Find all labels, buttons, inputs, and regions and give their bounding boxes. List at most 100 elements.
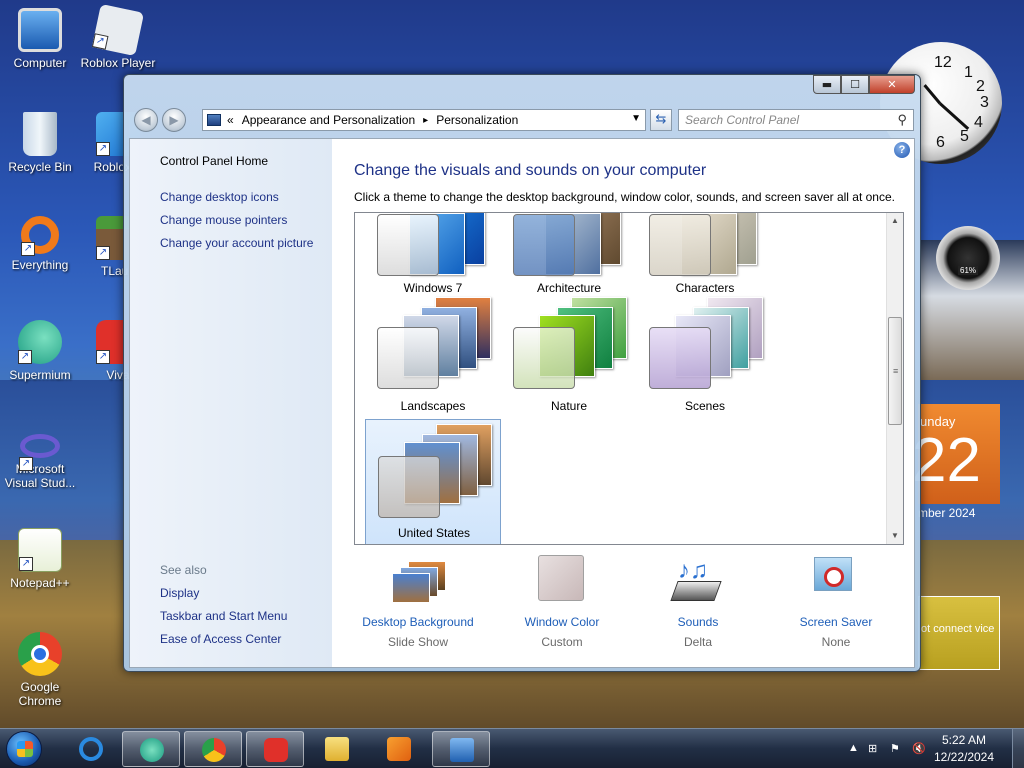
theme-characters[interactable]: Characters (637, 213, 773, 295)
feed-gadget[interactable]: ot connect vice (918, 596, 1000, 670)
clock-hand (938, 102, 970, 131)
taskbar-control-panel[interactable] (432, 731, 490, 767)
change-account-picture-link[interactable]: Change your account picture (160, 236, 313, 250)
breadcrumb-personalization[interactable]: Personalization (436, 113, 518, 127)
sounds-link[interactable]: Sounds (634, 615, 762, 629)
action-center-icon[interactable]: ⚑ (890, 742, 900, 755)
computer-icon (18, 8, 62, 52)
windows-logo-icon (17, 741, 33, 757)
desktop-icon-roblox-player[interactable]: ↗ Roblox Player (78, 3, 158, 70)
theme-windows-7[interactable]: Windows 7 (365, 213, 501, 295)
desktop-icon-visual-studio[interactable]: ↗ Microsoft Visual Stud... (0, 424, 80, 490)
breadcrumb-separator[interactable]: ▸ (423, 115, 428, 126)
help-icon[interactable]: ? (894, 142, 910, 158)
network-icon[interactable]: ⊞ (868, 742, 877, 755)
clock-number: 3 (980, 94, 989, 111)
desktop-icon-recycle-bin[interactable]: Recycle Bin (0, 112, 80, 174)
minimize-button[interactable]: ▬ (813, 75, 841, 94)
cpu-meter-gadget[interactable]: 61% (936, 226, 1000, 290)
search-input[interactable]: Search Control Panel ⚲ (678, 109, 914, 131)
taskbar-chrome[interactable] (184, 731, 242, 767)
window-controls: ▬ ☐ ✕ (813, 75, 915, 94)
desktop-icon-notepad-plus-plus[interactable]: ↗ Notepad++ (0, 528, 80, 590)
desktop-background-setting[interactable]: Desktop Background Slide Show (354, 547, 482, 649)
notepad-plus-plus-icon: ↗ (18, 528, 62, 572)
theme-preview (373, 293, 493, 389)
scroll-down-icon[interactable]: ▼ (887, 528, 903, 544)
display-link[interactable]: Display (160, 586, 199, 600)
theme-nature[interactable]: Nature (501, 293, 637, 419)
control-panel-icon (207, 114, 221, 126)
forward-button[interactable]: ▶ (162, 108, 186, 132)
theme-list[interactable]: Windows 7 Architecture Characters Landsc… (354, 212, 904, 545)
address-chevrons[interactable]: « (227, 113, 234, 127)
taskbar-vivaldi[interactable] (246, 731, 304, 767)
window-color-value: Custom (541, 635, 583, 649)
theme-label: Landscapes (400, 399, 466, 413)
sounds-setting[interactable]: ♪♫ Sounds Delta (634, 547, 762, 649)
theme-label: United States (397, 526, 471, 540)
taskbar-internet-explorer[interactable] (62, 731, 120, 767)
desktop-icon-computer[interactable]: Computer (0, 8, 80, 70)
shortcut-arrow-icon: ↗ (96, 142, 110, 156)
refresh-button[interactable]: ⇆ (650, 109, 672, 131)
shortcut-arrow-icon: ↗ (19, 557, 33, 571)
supermium-icon (140, 738, 164, 762)
desktop-icon-label: Computer (13, 56, 67, 70)
shortcut-arrow-icon: ↗ (21, 242, 35, 256)
chrome-icon (202, 738, 226, 762)
desktop-icon-supermium[interactable]: ↗ Supermium (0, 320, 80, 382)
taskbar-supermium[interactable] (122, 731, 180, 767)
recycle-bin-icon (23, 112, 57, 156)
desktop-icon-everything[interactable]: ↗ Everything (0, 216, 80, 272)
personalization-window[interactable]: ▬ ☐ ✕ ◀ ▶ « Appearance and Personalizati… (123, 74, 921, 672)
calendar-gadget[interactable]: unday 22 (912, 404, 1000, 504)
maximize-button[interactable]: ☐ (841, 75, 869, 94)
back-button[interactable]: ◀ (134, 108, 158, 132)
everything-icon: ↗ (21, 216, 59, 256)
breadcrumb-appearance[interactable]: Appearance and Personalization (242, 113, 415, 127)
screen-saver-setting[interactable]: Screen Saver None (772, 547, 900, 649)
close-button[interactable]: ✕ (869, 75, 915, 94)
start-button[interactable] (6, 731, 42, 767)
clock-number: 6 (936, 134, 945, 151)
window-color-setting[interactable]: Window Color Custom (498, 547, 626, 649)
sounds-value: Delta (683, 635, 712, 649)
content-area: Control Panel Home Change desktop icons … (129, 138, 915, 668)
theme-preview (509, 213, 629, 276)
desktop-background-link[interactable]: Desktop Background (354, 615, 482, 629)
search-icon[interactable]: ⚲ (897, 112, 907, 128)
show-hidden-icons-icon[interactable]: ▲ (848, 742, 859, 754)
taskbar-media-player[interactable] (370, 731, 428, 767)
clock-time[interactable]: 5:22 AM (924, 733, 1004, 747)
taskbar-explorer[interactable] (308, 731, 366, 767)
ease-of-access-link[interactable]: Ease of Access Center (160, 632, 281, 646)
window-color-link[interactable]: Window Color (498, 615, 626, 629)
clock-date[interactable]: 12/22/2024 (924, 750, 1004, 764)
show-desktop-button[interactable] (1012, 729, 1024, 768)
desktop-icon-label: Recycle Bin (8, 160, 72, 174)
taskbar-start-menu-link[interactable]: Taskbar and Start Menu (160, 609, 287, 623)
theme-label: Nature (550, 399, 588, 413)
desktop-icon-label: Supermium (9, 368, 71, 382)
theme-architecture[interactable]: Architecture (501, 213, 637, 295)
search-placeholder: Search Control Panel (685, 113, 800, 127)
clock-hand (923, 84, 942, 105)
change-desktop-icons-link[interactable]: Change desktop icons (160, 190, 279, 204)
scroll-up-icon[interactable]: ▲ (887, 213, 903, 229)
screen-saver-link[interactable]: Screen Saver (772, 615, 900, 629)
desktop-background-icon (390, 561, 446, 611)
change-mouse-pointers-link[interactable]: Change mouse pointers (160, 213, 287, 227)
feed-text: ot connect vice (921, 623, 995, 635)
theme-landscapes[interactable]: Landscapes (365, 293, 501, 419)
address-bar[interactable]: « Appearance and Personalization ▸ Perso… (202, 109, 646, 131)
desktop-icon-google-chrome[interactable]: Google Chrome (0, 632, 80, 708)
theme-list-scrollbar[interactable]: ▲ ≡ ▼ (886, 213, 903, 544)
theme-scenes[interactable]: Scenes (637, 293, 773, 419)
scrollbar-thumb[interactable]: ≡ (888, 317, 902, 425)
roblox-icon: ↗ (91, 3, 145, 57)
calendar-date: 22 (912, 426, 981, 495)
theme-united-states[interactable]: United States (365, 419, 501, 544)
address-dropdown-icon[interactable]: ▼ (631, 113, 641, 124)
control-panel-home-link[interactable]: Control Panel Home (160, 154, 268, 168)
